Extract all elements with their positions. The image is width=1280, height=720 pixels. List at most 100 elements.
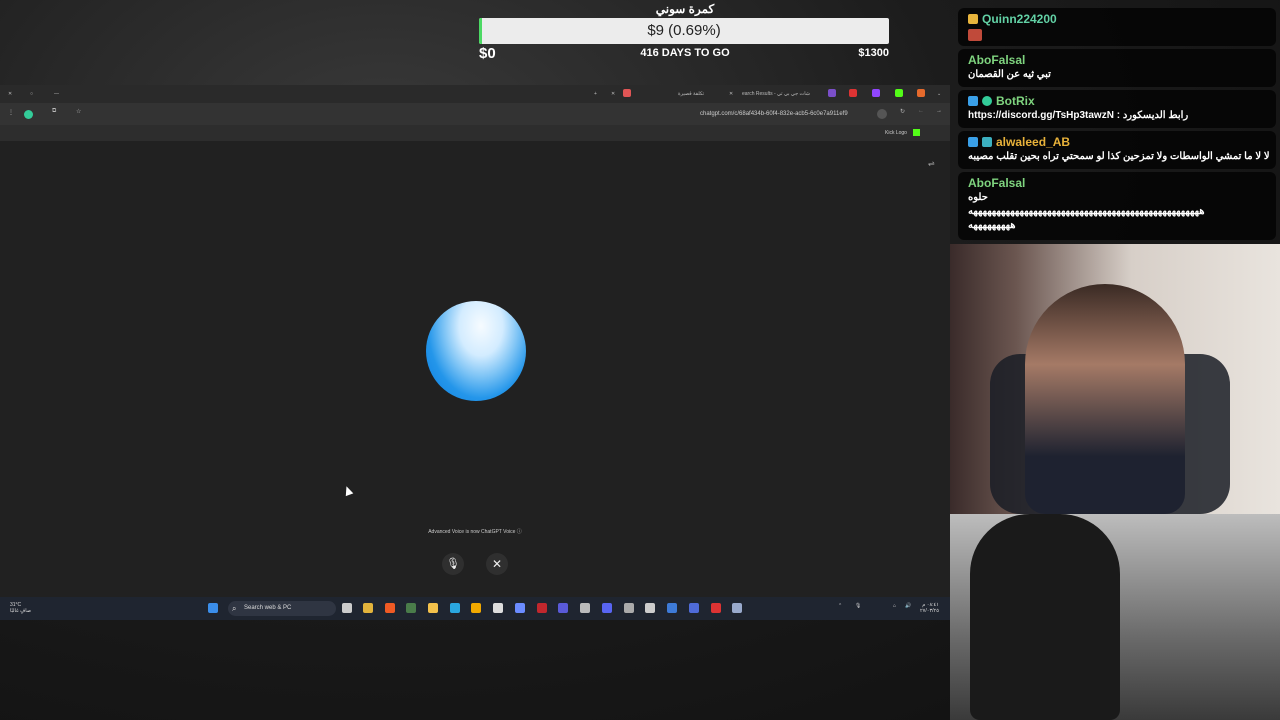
- file-explorer-icon[interactable]: [428, 603, 438, 613]
- app-icon[interactable]: [624, 603, 634, 613]
- bookmarks-bar: Kick Logo: [0, 125, 950, 141]
- discord-icon[interactable]: [602, 603, 612, 613]
- secondary-camera-feed: [950, 514, 1280, 720]
- volume-icon[interactable]: 🔊: [905, 603, 911, 609]
- chat-username[interactable]: AboFalsal: [968, 53, 1025, 67]
- mic-button[interactable]: 🎙: [442, 553, 464, 575]
- stream-layout: كمرة سوني $9 (0.69%) $0 416 DAYS TO GO $…: [0, 0, 1280, 720]
- chat-text-line: هههههههههه: [968, 220, 1016, 231]
- chat-username[interactable]: AboFalsal: [968, 176, 1025, 190]
- chat-message: Quinn224200: [958, 8, 1276, 46]
- tab-app-icon[interactable]: [828, 89, 836, 97]
- new-tab-icon[interactable]: +: [594, 89, 597, 99]
- window-minimize-icon[interactable]: —: [54, 89, 59, 99]
- subscriber-badge-icon: [982, 137, 992, 147]
- voice-orb: [426, 301, 526, 401]
- app-icon[interactable]: [732, 603, 742, 613]
- chrome-icon[interactable]: [363, 603, 373, 613]
- chat-message: BotRix https://discord.gg/TsHp3tawzN : ر…: [958, 90, 1276, 128]
- webcam-feed: [950, 244, 1280, 514]
- taskbar-search[interactable]: ⌕ Search web & PC: [228, 601, 336, 616]
- tab-favicon-icon: [623, 89, 631, 97]
- goal-title: كمرة سوني: [655, 2, 715, 16]
- tab-search-results[interactable]: earch Results - شات جي بي تي: [742, 89, 810, 99]
- chat-username[interactable]: alwaleed_AB: [996, 135, 1070, 149]
- tab-youtube-icon[interactable]: [849, 89, 857, 97]
- weather-widget[interactable]: 31°C صافٍ غالبًا: [10, 602, 31, 614]
- network-icon[interactable]: ⌂: [893, 603, 896, 609]
- profile-avatar[interactable]: [24, 110, 33, 119]
- goal-amount: $9 (0.69%): [647, 22, 721, 39]
- task-view-icon[interactable]: [342, 603, 352, 613]
- menu-dots-icon[interactable]: ⋮: [8, 109, 14, 116]
- search-icon: ⌕: [232, 604, 237, 613]
- clock-date: ٢٧/٠٣/٢٥: [920, 608, 939, 614]
- chat-panel: Quinn224200 AboFalsal تبي ثيه عن القصمان…: [950, 0, 1280, 244]
- bot-badge-icon: [968, 137, 978, 147]
- tab-kick-icon[interactable]: [895, 89, 903, 97]
- weather-desc: صافٍ غالبًا: [10, 608, 32, 614]
- app-icon[interactable]: [406, 603, 416, 613]
- store-icon[interactable]: [493, 603, 503, 613]
- goal-days-left: 416 DAYS TO GO: [640, 47, 730, 59]
- tray-chevron-icon[interactable]: ⌃: [838, 603, 842, 609]
- goal-progress-bar: $9 (0.69%): [479, 18, 889, 44]
- chatgpt-voice-page: ⇌ Advanced Voice is now ChatGPT Voice ⓘ …: [0, 141, 950, 597]
- app-icon[interactable]: [471, 603, 481, 613]
- tab-list-chevron-icon[interactable]: ⌄: [937, 89, 941, 99]
- tab-short-cost[interactable]: تكلفة قصيرة: [678, 89, 704, 99]
- bot-badge-icon: [968, 96, 978, 106]
- kick-logo-icon: [913, 129, 920, 136]
- tray-mic-icon[interactable]: 🎙: [855, 603, 861, 609]
- app-icon[interactable]: [667, 603, 677, 613]
- mouse-cursor-icon: [342, 484, 354, 497]
- url-field[interactable]: chatgpt.com/c/68af434b-60f4-832e-acb5-6c…: [700, 111, 848, 117]
- streamer: [1025, 284, 1185, 514]
- window-restore-icon[interactable]: ○: [30, 89, 33, 99]
- chat-message: AboFalsal حلوه ههههههههههههههههههههههههه…: [958, 172, 1276, 240]
- steam-icon[interactable]: [580, 603, 590, 613]
- chat-username[interactable]: Quinn224200: [982, 12, 1057, 26]
- browser-tab-bar: ✕ ○ — + ✕ تكلفة قصيرة ✕ earch Results - …: [0, 85, 950, 103]
- close-icon: ✕: [491, 557, 503, 571]
- browser-address-bar: ⋮ ⧉ ☆ chatgpt.com/c/68af434b-60f4-832e-a…: [0, 103, 950, 125]
- tab-app-icon[interactable]: [917, 89, 925, 97]
- edge-icon[interactable]: [450, 603, 460, 613]
- chat-text: تبي ثيه عن القصمان: [968, 69, 1051, 80]
- chat-username[interactable]: BotRix: [996, 94, 1035, 108]
- chat-text[interactable]: https://discord.gg/TsHp3tawzN : رابط الد…: [968, 109, 1270, 123]
- app-icon[interactable]: [689, 603, 699, 613]
- forward-icon[interactable]: ←: [918, 108, 924, 114]
- reload-icon[interactable]: ↻: [900, 108, 905, 115]
- voice-mode-notice[interactable]: Advanced Voice is now ChatGPT Voice ⓘ: [0, 528, 950, 535]
- back-icon[interactable]: →: [936, 108, 942, 114]
- chat-text-line: هههههههههههههههههههههههههههههههههههههههه…: [968, 206, 1205, 217]
- chat-text: لا لا ما تمشي الواسطات ولا تمزحين كذا لو…: [968, 151, 1270, 162]
- bookmark-kick-logo[interactable]: Kick Logo: [885, 130, 907, 136]
- goal-target-value: $1300: [858, 47, 889, 59]
- app-icon[interactable]: [558, 603, 568, 613]
- taskbar-search-placeholder: Search web & PC: [244, 605, 292, 611]
- brave-icon[interactable]: [385, 603, 395, 613]
- copilot-icon[interactable]: [515, 603, 525, 613]
- tab-close-icon[interactable]: ✕: [729, 89, 733, 99]
- subscriber-badge-icon: [968, 14, 978, 24]
- figure-silhouette: [970, 514, 1120, 720]
- bookmark-star-icon[interactable]: ☆: [76, 108, 81, 115]
- tab-close-icon[interactable]: ✕: [611, 89, 615, 99]
- chat-message: AboFalsal تبي ثيه عن القصمان: [958, 49, 1276, 87]
- microphone-icon: 🎙: [446, 558, 460, 570]
- settings-sliders-icon[interactable]: ⇌: [928, 159, 935, 168]
- chat-text: حلوه: [968, 192, 988, 203]
- tab-twitch-icon[interactable]: [872, 89, 880, 97]
- window-close-icon[interactable]: ✕: [8, 89, 12, 99]
- site-info-icon[interactable]: [877, 109, 887, 119]
- extensions-icon[interactable]: ⧉: [52, 108, 56, 115]
- app-icon[interactable]: [537, 603, 547, 613]
- chatgpt-icon[interactable]: [711, 603, 721, 613]
- app-icon[interactable]: [645, 603, 655, 613]
- windows-taskbar: 31°C صافٍ غالبًا ⌕ Search web & PC ⌃ 🎙 ⌂…: [0, 597, 950, 620]
- end-voice-button[interactable]: ✕: [486, 553, 508, 575]
- start-menu-icon[interactable]: [208, 603, 218, 613]
- taskbar-clock[interactable]: ٠٨:٤١ م ٢٧/٠٣/٢٥: [920, 602, 939, 614]
